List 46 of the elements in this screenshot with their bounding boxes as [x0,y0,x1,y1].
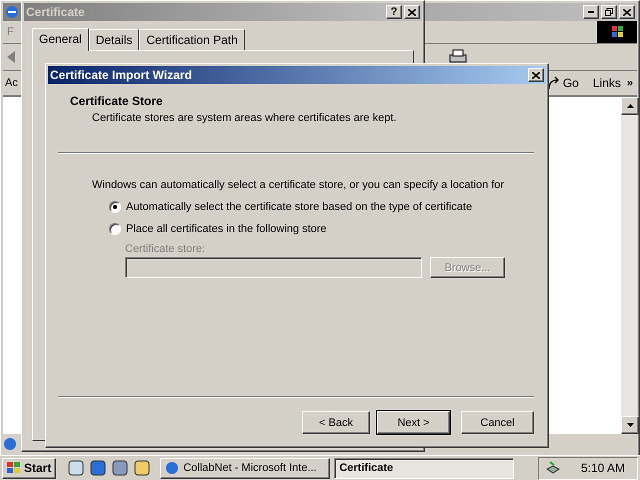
task-button[interactable]: Certificate [334,458,514,478]
quick-launch-icon[interactable] [112,460,128,476]
windows-logo [597,21,637,43]
page-subheading: Certificate stores are system areas where certificates are kept. [92,112,396,124]
store-field[interactable] [125,257,422,278]
chevron[interactable]: » [626,77,633,89]
quick-launch-icon[interactable] [68,460,84,476]
printer-icon[interactable] [449,49,467,65]
go-arrow-icon [546,76,561,90]
minimize-button[interactable] [583,5,599,19]
help-button[interactable]: ? [386,5,402,19]
close-button[interactable] [404,5,420,19]
intro-text: Windows can automatically select a certificate store, or you can specify a location for [92,179,506,191]
radio-option[interactable]: Automatically select the certificate store based on the type of certificate [109,201,546,213]
address-label: Ac [5,77,18,89]
restore-icon [605,8,613,16]
windows-flag-icon [7,462,21,474]
minimize-icon [588,11,594,13]
dialog-title: Certificate [26,5,86,19]
close-icon [408,8,416,16]
page-heading: Certificate Store [70,94,163,108]
store-label: Certificate store: [125,243,206,255]
start-button[interactable]: Start [2,458,56,478]
links-label[interactable]: Links [592,76,621,90]
task-button[interactable]: CollabNet - Microsoft Inte... [160,458,330,478]
wizard-title: Certificate Import Wizard [50,68,193,82]
down-arrow-icon[interactable] [626,423,634,427]
restore-button[interactable] [601,5,617,19]
tab[interactable]: Details [88,29,140,50]
quick-launch-icon[interactable] [134,460,150,476]
close-icon [532,72,540,78]
scrollbar[interactable] [621,97,637,434]
tab[interactable]: General [32,28,89,51]
wizard-button[interactable]: < Back [302,411,370,434]
radio-button[interactable] [109,223,121,235]
quick-launch-icon[interactable] [90,460,106,476]
radio-button[interactable] [109,201,121,213]
tab[interactable]: Certification Path [139,29,245,50]
wizard-button[interactable]: Next > [377,411,450,434]
up-arrow-icon[interactable] [626,104,634,108]
close-button[interactable] [619,5,635,19]
wizard-button[interactable]: Cancel [461,411,534,434]
close-button[interactable] [528,68,544,82]
close-icon [623,8,631,16]
clock: 5:10 AM [580,461,625,475]
radio-option[interactable]: Place all certificates in the following store [109,223,546,235]
